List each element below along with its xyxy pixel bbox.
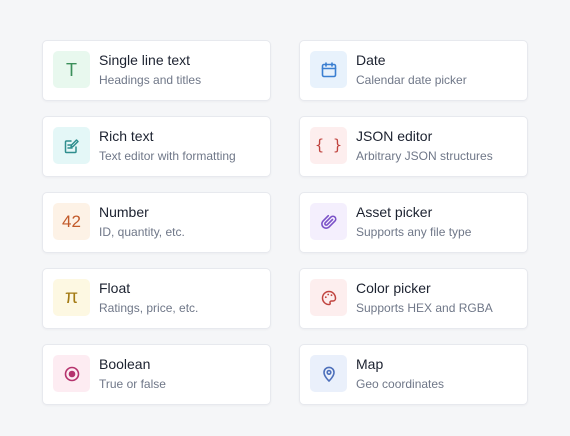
field-type-float[interactable]: π Float Ratings, price, etc.: [42, 268, 271, 329]
field-type-title: Map: [356, 355, 384, 372]
field-type-title: Rich text: [99, 127, 154, 144]
palette-icon: [310, 279, 347, 316]
field-type-map[interactable]: Map Geo coordinates: [299, 344, 528, 405]
field-type-number[interactable]: 42 Number ID, quantity, etc.: [42, 192, 271, 253]
text-t-glyph: T: [66, 59, 77, 80]
field-type-title: Asset picker: [356, 203, 433, 220]
field-type-subtitle: ID, quantity, etc.: [99, 224, 185, 239]
field-type-subtitle: Arbitrary JSON structures: [356, 148, 493, 163]
field-type-rich-text[interactable]: Rich text Text editor with formatting: [42, 116, 271, 177]
field-type-title: Single line text: [99, 51, 191, 68]
pi-glyph: π: [64, 287, 79, 308]
field-type-subtitle: Ratings, price, etc.: [99, 300, 199, 315]
field-type-json-editor[interactable]: { } JSON editor Arbitrary JSON structure…: [299, 116, 528, 177]
text-t-icon: T: [53, 51, 90, 88]
field-type-title: Date: [356, 51, 386, 68]
field-type-subtitle: Supports any file type: [356, 224, 472, 239]
field-type-subtitle: Calendar date picker: [356, 72, 467, 87]
field-type-subtitle: True or false: [99, 376, 166, 391]
field-type-title: Color picker: [356, 279, 431, 296]
field-type-boolean[interactable]: Boolean True or false: [42, 344, 271, 405]
field-type-single-line-text[interactable]: T Single line text Headings and titles: [42, 40, 271, 101]
field-type-title: Float: [99, 279, 131, 296]
paperclip-icon: [310, 203, 347, 240]
field-type-subtitle: Supports HEX and RGBA: [356, 300, 493, 315]
edit-document-icon: [53, 127, 90, 164]
pi-icon: π: [53, 279, 90, 316]
field-type-grid: T Single line text Headings and titles D…: [42, 40, 528, 405]
number-glyph: 42: [62, 212, 81, 231]
calendar-icon: [310, 51, 347, 88]
field-type-title: JSON editor: [356, 127, 433, 144]
number-icon: 42: [53, 203, 90, 240]
field-type-title: Boolean: [99, 355, 151, 372]
field-type-asset-picker[interactable]: Asset picker Supports any file type: [299, 192, 528, 253]
braces-icon: { }: [310, 127, 347, 164]
field-type-date[interactable]: Date Calendar date picker: [299, 40, 528, 101]
map-pin-icon: [310, 355, 347, 392]
radio-icon: [53, 355, 90, 392]
field-type-subtitle: Geo coordinates: [356, 376, 445, 391]
field-type-title: Number: [99, 203, 149, 220]
field-type-color-picker[interactable]: Color picker Supports HEX and RGBA: [299, 268, 528, 329]
braces-glyph: { }: [314, 136, 343, 154]
field-type-subtitle: Text editor with formatting: [99, 148, 236, 163]
field-type-subtitle: Headings and titles: [99, 72, 202, 87]
